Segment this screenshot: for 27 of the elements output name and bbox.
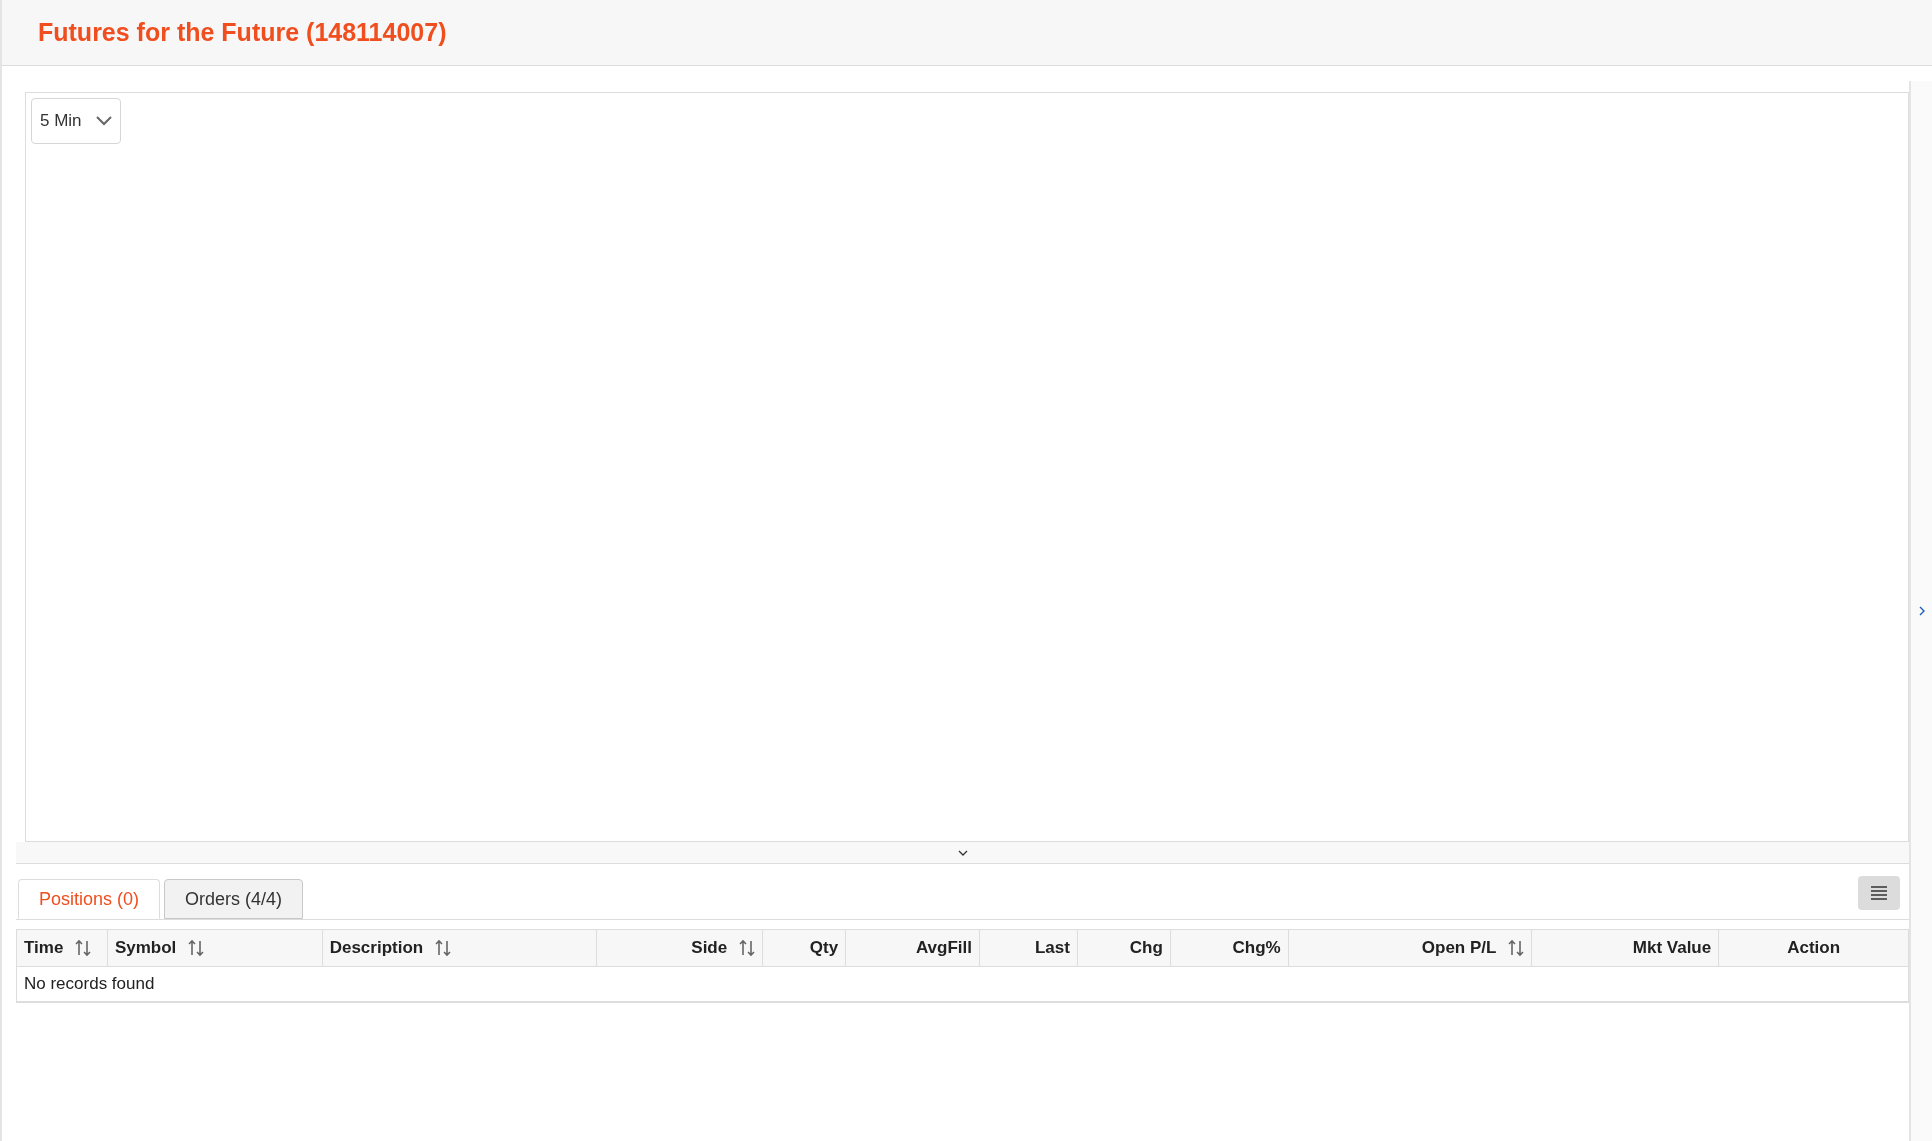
column-header: Last (980, 930, 1078, 966)
column-header[interactable]: Symbol (107, 930, 323, 966)
menu-button[interactable] (1858, 876, 1900, 910)
column-header[interactable]: Side (597, 930, 764, 966)
chevron-right-icon (1918, 606, 1925, 616)
column-header[interactable]: Time (17, 930, 108, 966)
column-header: Action (1786, 937, 1842, 960)
column-header: Mkt Value (1532, 930, 1720, 966)
tab[interactable]: Positions (0) (18, 879, 161, 919)
column-header[interactable]: Open P/L (1288, 930, 1533, 966)
chevron-down-icon (957, 849, 968, 856)
page-title: Futures for the Future (148114007) (38, 16, 447, 48)
sort-icon[interactable] (188, 939, 205, 957)
empty-message: No records found (24, 973, 155, 996)
interval-dropdown[interactable]: 5 Min (31, 98, 121, 144)
column-header: AvgFill (846, 930, 980, 966)
chevron-down-icon (96, 116, 112, 126)
sort-icon[interactable] (739, 939, 756, 957)
tab[interactable]: Orders (4/4) (164, 879, 304, 919)
column-header: Chg% (1170, 930, 1289, 966)
column-header: Chg (1077, 930, 1171, 966)
sort-icon[interactable] (435, 939, 452, 957)
menu-icon (1870, 886, 1888, 900)
sort-icon[interactable] (75, 939, 92, 957)
column-header: Qty (763, 930, 847, 966)
sort-icon[interactable] (1508, 939, 1525, 957)
column-header[interactable]: Description (322, 930, 598, 966)
